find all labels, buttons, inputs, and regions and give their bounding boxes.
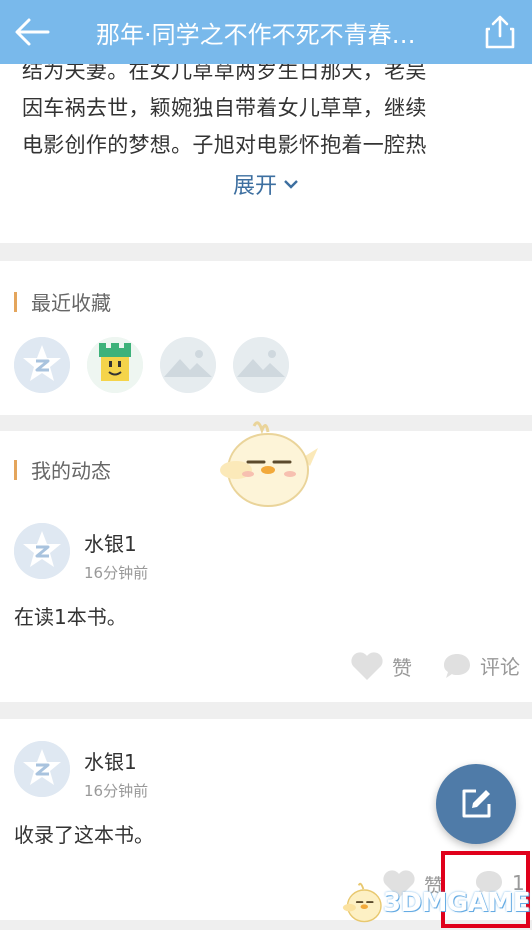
- back-arrow-icon: [15, 18, 50, 46]
- chick-logo-icon: [342, 882, 382, 923]
- castle-face-icon[interactable]: [87, 337, 143, 393]
- post-time: 16分钟前: [84, 782, 149, 800]
- section-title-text: 最近收藏: [31, 291, 111, 315]
- top-bar: 那年·同学之不作不死不青春…: [0, 0, 532, 64]
- expand-label: 展开: [232, 174, 277, 199]
- compose-button[interactable]: [436, 764, 516, 844]
- book-description: 结为夫妻。在女儿草草两岁生日那天，老吴 因车祸去世，颖婉独自带着女儿草草，继续 …: [22, 53, 512, 164]
- like-button[interactable]: 赞: [350, 651, 412, 681]
- post-text: 收录了这本书。: [14, 823, 154, 847]
- watermark: 3DMGAME: [342, 876, 531, 930]
- section-accent-bar: [14, 459, 17, 480]
- watermark-text: 3DMGAME: [382, 888, 531, 918]
- user-name[interactable]: 水银1: [84, 746, 137, 775]
- chick-mascot-icon[interactable]: [212, 418, 320, 510]
- avatar[interactable]: [14, 741, 70, 797]
- like-label: 赞: [392, 655, 412, 680]
- section-title: 我的动态: [14, 455, 111, 484]
- section-title-text: 我的动态: [31, 459, 111, 483]
- avatar[interactable]: [14, 523, 70, 579]
- favorite-list: [14, 337, 289, 393]
- section-accent-bar: [14, 291, 17, 312]
- description-line: 因车祸去世，颖婉独自带着女儿草草，继续: [22, 96, 427, 120]
- post-time: 16分钟前: [84, 564, 149, 582]
- comment-button[interactable]: 评论: [442, 651, 520, 680]
- post-text: 在读1本书。: [14, 605, 127, 629]
- chevron-down-icon: [284, 180, 298, 189]
- user-name[interactable]: 水银1: [84, 528, 137, 557]
- section-title: 最近收藏: [14, 287, 111, 316]
- back-button[interactable]: [0, 0, 64, 64]
- heart-icon: [351, 652, 383, 680]
- recent-favorites-section: 最近收藏: [0, 261, 532, 415]
- expand-button[interactable]: 展开: [0, 168, 532, 200]
- comment-label: 评论: [480, 655, 520, 679]
- mountain-placeholder-icon[interactable]: [160, 337, 216, 393]
- page-title: 那年·同学之不作不死不青春…: [96, 20, 416, 49]
- edit-icon: [462, 789, 491, 818]
- default-avatar-icon[interactable]: [14, 337, 70, 393]
- share-icon: [485, 15, 515, 49]
- share-button[interactable]: [468, 0, 532, 64]
- mountain-placeholder-icon[interactable]: [233, 337, 289, 393]
- comment-bubble-icon: [444, 653, 470, 678]
- description-line: 电影创作的梦想。子旭对电影怀抱着一腔热: [22, 133, 427, 157]
